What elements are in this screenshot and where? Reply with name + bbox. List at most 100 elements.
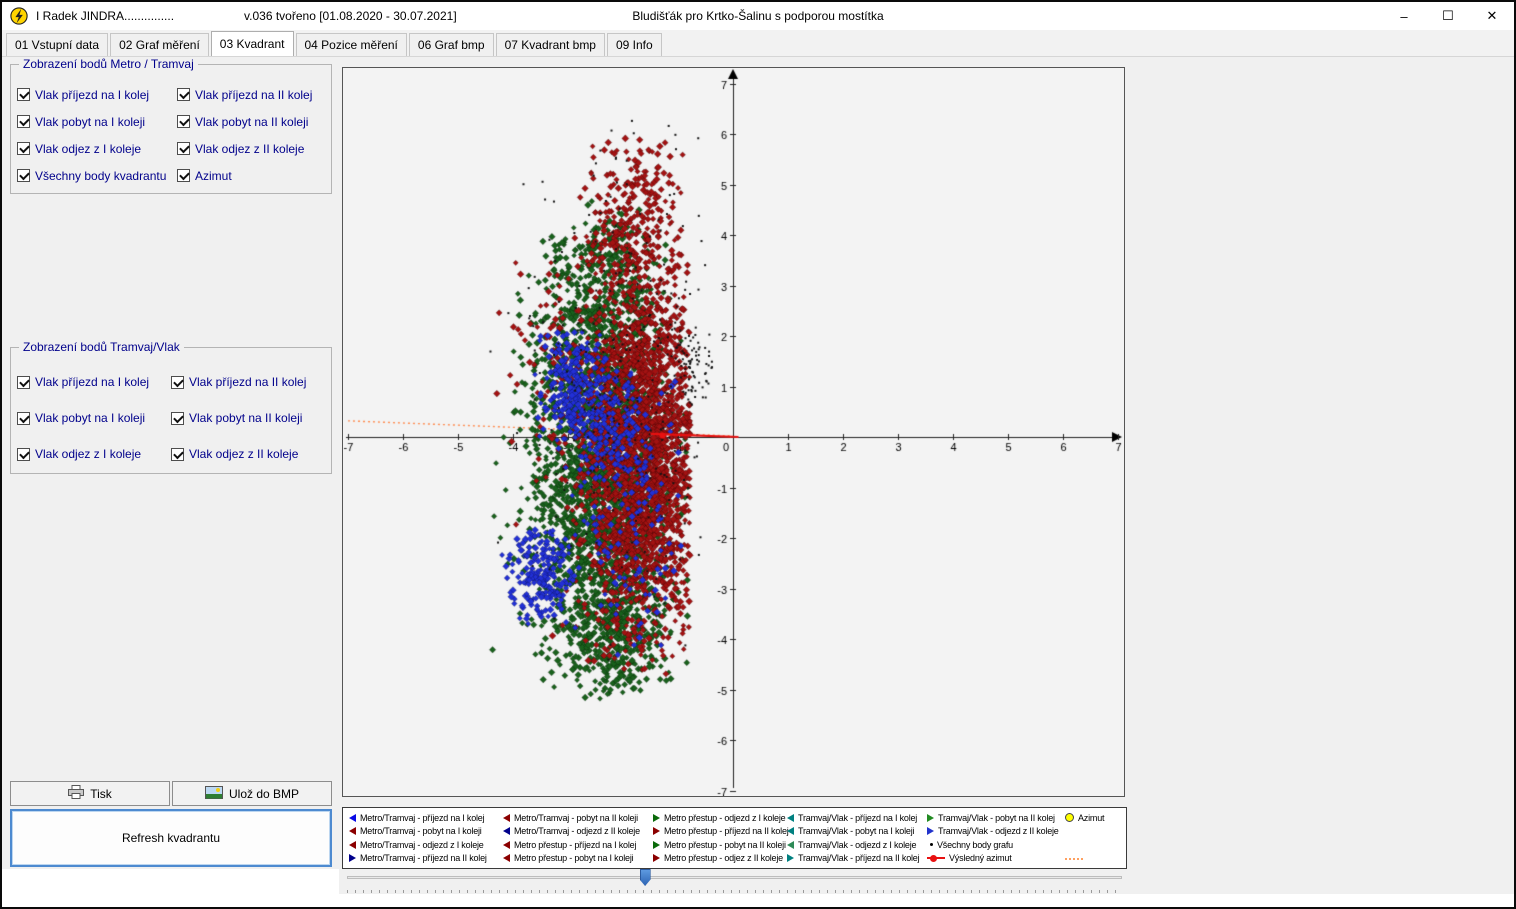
checkbox-metro-vlak-pobyt-na-i-koleji[interactable]: Vlak pobyt na I koleji [17,108,177,135]
legend-label: Metro/Tramvaj - příjezd na I kolej [360,813,484,823]
checkbox-box[interactable] [177,88,190,101]
legend-label: Výsledný azimut [949,853,1012,863]
checkbox-label: Vlak příjezd na I kolej [35,88,149,102]
checkbox-label: Vlak pobyt na I koleji [35,115,145,129]
printer-icon [68,785,84,802]
image-icon [205,786,223,802]
legend-marker-dotted [1065,858,1083,860]
legend-column: Metro přestup - odjezd z I kolejeMetro p… [653,811,787,865]
legend-item-metro-tramvaj-p-jezd-na-i-kolej: Metro/Tramvaj - příjezd na I kolej [349,811,503,824]
tab-07-kvadrant-bmp[interactable]: 07 Kvadrant bmp [496,33,605,56]
tab-04-pozice-m-en[interactable]: 04 Pozice měření [296,33,407,56]
window-title: Bludišťák pro Krtko-Šalinu s podporou mo… [632,9,883,23]
legend-marker-line-dot [927,857,945,859]
title-left-text: I Radek JINDRA............... [36,9,174,23]
group-tramvaj-title: Zobrazení bodů Tramvaj/Vlak [19,340,184,354]
legend-label: Tramvaj/Vlak - pobyt na II kolej [938,813,1055,823]
window-controls: – ☐ ✕ [1382,2,1514,30]
legend-label: Tramvaj/Vlak - příjezd na II kolej [798,853,919,863]
legend-column: Tramvaj/Vlak - příjezd na I kolej Tramvaj… [787,811,927,865]
legend-marker-tri-right [927,814,934,822]
legend-item-metro-tramvaj-pobyt-na-ii-koleji: Metro/Tramvaj - pobyt na II koleji [503,811,653,824]
slider-thumb[interactable] [640,869,651,886]
legend-item-dotted-line [1065,852,1121,865]
legend-item-metro-p-estup-odjezd-z-i-koleje: Metro přestup - odjezd z I koleje [653,811,787,824]
legend-marker-tri-left [349,827,356,835]
tab-06-graf-bmp[interactable]: 06 Graf bmp [409,33,494,56]
checkbox-label: Všechny body kvadrantu [35,169,166,183]
legend-label: Metro/Tramvaj - odjezd z II koleje [514,826,640,836]
legend-marker-tri-left [787,814,794,822]
checkbox-box[interactable] [17,412,30,425]
legend-item-metro-p-estup-p-jezd-na-ii-kolej: Metro přestup - příjezd na II kolej [653,825,787,838]
tab-01-vstupn-data[interactable]: 01 Vstupní data [6,33,108,56]
checkbox-label: Vlak pobyt na I koleji [35,411,145,425]
group-tramvaj-vlak: Zobrazení bodů Tramvaj/Vlak Vlak příjezd… [10,347,332,474]
checkbox-tramvaj-vlak-pobyt-na-ii-koleji[interactable]: Vlak pobyt na II koleji [171,400,331,436]
refresh-button[interactable]: Refresh kvadrantu [10,809,332,867]
legend-label: Metro přestup - odjez z II koleje [664,853,783,863]
checkbox-metro-vlak-odjez-z-i-koleje[interactable]: Vlak odjez z I koleje [17,135,177,162]
checkbox-metro-vlak-pobyt-na-ii-koleji[interactable]: Vlak pobyt na II koleji [177,108,331,135]
legend-marker-tri-right [653,841,660,849]
checkbox-label: Vlak odjez z I koleje [35,447,141,461]
checkbox-box[interactable] [17,169,30,182]
checkbox-tramvaj-vlak-odjez-z-i-koleje[interactable]: Vlak odjez z I koleje [17,436,171,472]
legend-label: Azimut [1078,813,1104,823]
legend-marker-circle [1065,813,1074,822]
print-button[interactable]: Tisk [10,781,170,806]
tab-02-graf-m-en[interactable]: 02 Graf měření [110,33,209,56]
checkbox-box[interactable] [177,115,190,128]
legend-label: Metro/Tramvaj - odjezd z I koleje [360,840,484,850]
legend-marker-tri-left [503,827,510,835]
legend-label: Metro/Tramvaj - pobyt na I koleji [360,826,482,836]
checkbox-box[interactable] [17,115,30,128]
legend-label: Metro přestup - příjezd na I kolej [514,840,636,850]
save-bmp-button-label: Ulož do BMP [229,787,299,801]
legend-marker-tri-left [787,841,794,849]
legend-item-tramvaj-vlak-p-jezd-na-i-kolej: Tramvaj/Vlak - příjezd na I kolej [787,811,927,824]
checkbox-label: Vlak odjez z II koleje [189,447,298,461]
legend-item-metro-p-estup-odjez-z-ii-koleje: Metro přestup - odjez z II koleje [653,852,787,865]
tab-03-kvadrant[interactable]: 03 Kvadrant [211,31,294,56]
checkbox-box[interactable] [171,376,184,389]
checkbox-box[interactable] [171,448,184,461]
checkbox-box[interactable] [177,169,190,182]
checkbox-box[interactable] [171,412,184,425]
legend-label: Tramvaj/Vlak - odjezd z II koleje [938,826,1059,836]
minimize-icon[interactable]: – [1382,2,1426,30]
scatter-canvas [343,68,1124,796]
legend-marker-tri-right [787,854,794,862]
position-slider[interactable] [342,868,1127,888]
tab-09-info[interactable]: 09 Info [607,33,662,56]
quadrant-plot [342,67,1125,797]
checkbox-metro-vlak-p-jezd-na-ii-kolej[interactable]: Vlak příjezd na II kolej [177,81,331,108]
close-icon[interactable]: ✕ [1470,2,1514,30]
tramvaj-checkbox-grid: Vlak příjezd na I kolej Vlak pobyt na I k… [11,348,331,472]
checkbox-metro-vlak-p-jezd-na-i-kolej[interactable]: Vlak příjezd na I kolej [17,81,177,108]
group-metro-title: Zobrazení bodů Metro / Tramvaj [19,57,198,71]
save-bmp-button[interactable]: Ulož do BMP [172,781,332,806]
checkbox-metro-azimut[interactable]: Azimut [177,162,331,189]
checkbox-box[interactable] [17,448,30,461]
legend-marker-tri-left [787,827,794,835]
legend-label: Metro/Tramvaj - pobyt na II koleji [514,813,638,823]
checkbox-box[interactable] [177,142,190,155]
checkbox-box[interactable] [17,142,30,155]
checkbox-tramvaj-vlak-p-jezd-na-ii-kolej[interactable]: Vlak příjezd na II kolej [171,364,331,400]
legend-marker-tri-left [349,841,356,849]
app-icon [10,7,28,25]
checkbox-metro-vlak-odjez-z-ii-koleje[interactable]: Vlak odjez z II koleje [177,135,331,162]
legend-item-metro-p-estup-p-jezd-na-i-kolej: Metro přestup - příjezd na I kolej [503,838,653,851]
legend-marker-tri-right [927,827,934,835]
checkbox-metro-v-echny-body-kvadrantu[interactable]: Všechny body kvadrantu [17,162,177,189]
checkbox-box[interactable] [17,376,30,389]
legend-column: Azimut [1065,811,1121,865]
checkbox-tramvaj-vlak-p-jezd-na-i-kolej[interactable]: Vlak příjezd na I kolej [17,364,171,400]
checkbox-tramvaj-vlak-pobyt-na-i-koleji[interactable]: Vlak pobyt na I koleji [17,400,171,436]
legend-marker-tri-right [349,854,356,862]
maximize-icon[interactable]: ☐ [1426,2,1470,30]
legend-marker-tri-right [653,854,660,862]
checkbox-box[interactable] [17,88,30,101]
checkbox-tramvaj-vlak-odjez-z-ii-koleje[interactable]: Vlak odjez z II koleje [171,436,331,472]
